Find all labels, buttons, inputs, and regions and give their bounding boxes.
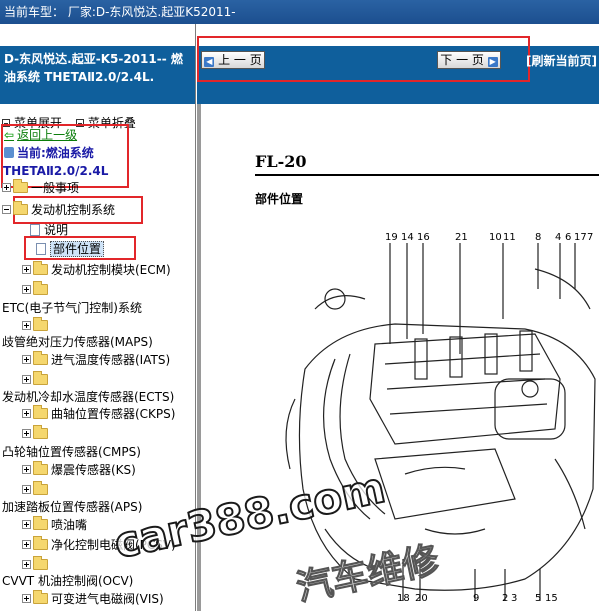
back-link[interactable]: ⇦ 返回上一级 bbox=[4, 126, 77, 143]
prev-page-button[interactable]: ◀ 上 一 页 bbox=[201, 51, 265, 69]
next-page-button[interactable]: 下 一 页 ▶ bbox=[437, 51, 501, 69]
callout-label: 11 bbox=[503, 232, 516, 243]
folder-icon bbox=[33, 261, 48, 275]
tree-item[interactable]: 爆震传感器(KS) bbox=[22, 461, 136, 478]
folder-icon bbox=[33, 516, 48, 530]
callout-label: 14 bbox=[401, 232, 414, 243]
tree-item[interactable]: 发动机控制模块(ECM) bbox=[22, 261, 171, 278]
tree-item[interactable] bbox=[22, 556, 51, 573]
window-title-bar: 当前车型： 厂家:D-东风悦达.起亚K52011- bbox=[0, 0, 599, 24]
expand-node-icon[interactable] bbox=[22, 520, 31, 529]
tree-item[interactable]: ETC(电子节气门控制)系统 bbox=[2, 300, 142, 316]
document-icon bbox=[30, 224, 40, 236]
callout-label: 18 bbox=[397, 593, 410, 604]
folder-icon bbox=[33, 461, 48, 475]
back-arrow-icon: ⇦ bbox=[4, 128, 15, 142]
header-line-1: D-东风悦达.起亚-K5-2011-- 燃 bbox=[4, 52, 183, 66]
tree-item[interactable]: 可变进气电磁阀(VIS) bbox=[22, 590, 164, 607]
expand-node-icon[interactable] bbox=[22, 265, 31, 274]
expand-node-icon[interactable] bbox=[22, 355, 31, 364]
tree-item[interactable]: 喷油嘴 bbox=[22, 516, 87, 533]
folder-icon bbox=[33, 481, 48, 495]
tree-item[interactable]: 加速踏板位置传感器(APS) bbox=[2, 499, 142, 515]
tree-item[interactable] bbox=[22, 481, 51, 498]
page-divider bbox=[255, 174, 599, 176]
folder-icon bbox=[33, 425, 48, 439]
window-title: 当前车型： 厂家:D-东风悦达.起亚K52011- bbox=[4, 5, 236, 19]
current-location: 当前:燃油系统 bbox=[4, 144, 94, 161]
callout-label: 8 bbox=[535, 232, 542, 243]
folder-icon bbox=[33, 536, 48, 550]
tree-item-engine-control[interactable]: 发动机控制系统 bbox=[2, 201, 115, 218]
expand-node-icon[interactable] bbox=[22, 375, 31, 384]
folder-icon bbox=[33, 590, 48, 604]
tree-item[interactable] bbox=[22, 425, 51, 442]
expand-node-icon[interactable] bbox=[22, 409, 31, 418]
folder-icon bbox=[33, 405, 48, 419]
expand-node-icon[interactable] bbox=[22, 485, 31, 494]
folder-icon bbox=[33, 351, 48, 365]
folder-icon bbox=[13, 179, 28, 193]
callout-label: 20 bbox=[415, 593, 428, 604]
folder-icon bbox=[33, 317, 48, 331]
folder-icon bbox=[33, 371, 48, 385]
tree-item[interactable] bbox=[22, 317, 51, 334]
callout-label: 9 bbox=[473, 593, 480, 604]
document-icon bbox=[36, 243, 46, 255]
folder-icon bbox=[33, 556, 48, 570]
expand-node-icon[interactable] bbox=[22, 465, 31, 474]
tree-item[interactable]: 进气温度传感器(IATS) bbox=[22, 351, 170, 368]
section-title: 部件位置 bbox=[255, 192, 304, 206]
tree-item[interactable]: CVVT 机油控制阀(OCV) bbox=[2, 573, 133, 589]
expand-node-icon[interactable] bbox=[22, 560, 31, 569]
callout-label: 15 bbox=[545, 593, 558, 604]
folder-open-icon bbox=[13, 201, 28, 215]
expand-node-icon[interactable] bbox=[22, 321, 31, 330]
expand-node-icon[interactable] bbox=[22, 285, 31, 294]
folder-icon bbox=[33, 281, 48, 295]
location-icon bbox=[4, 147, 14, 158]
callout-label: 3 bbox=[511, 593, 518, 604]
callout-label: 2 bbox=[502, 593, 509, 604]
tree-item-component-location[interactable]: 部件位置 bbox=[36, 241, 105, 257]
tree-item[interactable]: 发动机冷却水温度传感器(ECTS) bbox=[2, 389, 174, 405]
callout-label: 6 bbox=[565, 232, 572, 243]
tree-item[interactable]: 凸轮轴位置传感器(CMPS) bbox=[2, 444, 141, 460]
callout-label: 21 bbox=[455, 232, 468, 243]
callout-label: 7 bbox=[587, 232, 594, 243]
callout-label: 4 bbox=[555, 232, 562, 243]
left-panel-header: D-东风悦达.起亚-K5-2011-- 燃 油系统 THETAⅡ2.0/2.4L… bbox=[0, 46, 195, 104]
callout-label: 5 bbox=[535, 593, 542, 604]
expand-node-icon[interactable] bbox=[22, 429, 31, 438]
expand-node-icon[interactable] bbox=[22, 540, 31, 549]
callout-label: 16 bbox=[417, 232, 430, 243]
current-location-sub: THETAⅡ2.0/2.4L bbox=[3, 164, 109, 178]
callout-label: 10 bbox=[489, 232, 502, 243]
tree-item[interactable]: 歧管绝对压力传感器(MAPS) bbox=[2, 334, 153, 350]
tree-item[interactable] bbox=[22, 371, 51, 388]
arrow-left-icon: ◀ bbox=[204, 57, 215, 67]
expand-node-icon[interactable] bbox=[2, 183, 11, 192]
arrow-right-icon: ▶ bbox=[487, 57, 498, 67]
tree-item[interactable]: 曲轴位置传感器(CKPS) bbox=[22, 405, 175, 422]
diagram-callouts-top: 19 14 16 21 10 11 8 4 6 17 7 bbox=[275, 232, 599, 246]
collapse-node-icon[interactable] bbox=[2, 205, 11, 214]
page-code: FL-20 bbox=[255, 152, 307, 171]
expand-node-icon[interactable] bbox=[22, 594, 31, 603]
callout-label: 17 bbox=[574, 232, 587, 243]
callout-label: 19 bbox=[385, 232, 398, 243]
refresh-page-link[interactable]: [刷新当前页] bbox=[526, 52, 597, 69]
tree-item[interactable] bbox=[22, 281, 51, 298]
tree-item[interactable]: 一般事项 bbox=[2, 179, 79, 196]
header-line-2: 油系统 THETAⅡ2.0/2.4L. bbox=[4, 70, 155, 84]
